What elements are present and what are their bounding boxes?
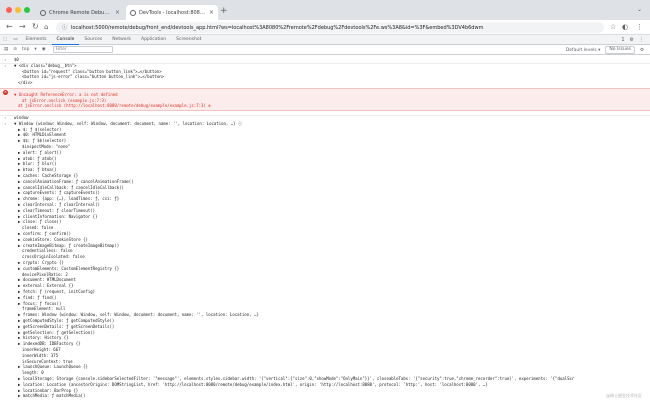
tab-sources[interactable]: Sources <box>79 35 107 45</box>
star-icon[interactable]: ☆ <box>610 23 616 31</box>
console-toolbar-right: Default levels ▾ No Issues ⚙ <box>566 46 644 54</box>
devtools-actions: 1 ⚙ ⋮ <box>621 35 644 45</box>
sidebar-toggle-icon[interactable]: ▤ <box>4 47 8 52</box>
forward-arrow-icon[interactable]: → <box>19 22 26 32</box>
home-icon[interactable]: ⌂ <box>44 22 48 32</box>
profile-icon[interactable]: ◐ <box>622 23 628 31</box>
log-levels-dropdown[interactable]: Default levels ▾ <box>566 48 601 53</box>
more-menu-icon[interactable]: ⋮ <box>639 37 644 43</box>
tab-network[interactable]: Network <box>107 35 136 45</box>
close-icon[interactable]: × <box>209 9 214 16</box>
address-url: localhost:5000/remote/debug/front_end/de… <box>71 24 484 31</box>
browser-tab-devtools[interactable]: DevTools - localhost:8080/remote/debug/e… <box>126 5 218 20</box>
back-arrow-icon[interactable]: ← <box>6 22 13 32</box>
tab-elements[interactable]: Elements <box>21 35 52 45</box>
chevron-down-icon[interactable]: ▾ <box>34 47 36 52</box>
maximize-window-button[interactable] <box>24 7 30 13</box>
tab-screenshot[interactable]: Screenshot <box>171 35 206 45</box>
browser-tab-remote-debugger[interactable]: Chrome Remote Debugger × <box>36 5 124 20</box>
chevron-down-icon[interactable]: ⌄ <box>637 6 642 13</box>
console-output[interactable]: ✕ @稀土掘金技术社区 › $0 ‹ ▼ <div class="debug__btn… <box>0 55 650 404</box>
close-window-button[interactable] <box>6 7 12 13</box>
devtools-tabbar: ⬚ ▭ Elements Console Sources Network App… <box>0 35 650 45</box>
devtools-icon <box>130 9 136 16</box>
address-bar[interactable]: ⓘ localhost:5000/remote/debug/front_end/… <box>56 22 604 33</box>
console-line[interactable]: ▶ matchMedia: ƒ matchMedia() <box>0 393 650 399</box>
issues-button[interactable]: No Issues <box>605 46 635 54</box>
tab-console[interactable]: Console <box>51 35 80 45</box>
device-toolbar-icon[interactable]: ▭ <box>10 35 20 45</box>
new-tab-button[interactable]: + <box>220 6 228 16</box>
reload-icon[interactable]: ↻ <box>32 22 39 32</box>
console-line-text: ▶ matchMedia: ƒ matchMedia() <box>18 393 86 399</box>
inspect-element-icon[interactable]: ⬚ <box>0 35 10 45</box>
issues-count-badge[interactable]: 1 <box>621 37 624 43</box>
gear-icon[interactable]: ⚙ <box>630 37 634 43</box>
minimize-window-button[interactable] <box>15 7 21 13</box>
tab-application[interactable]: Application <box>136 35 171 45</box>
filter-input[interactable]: Filter <box>52 46 113 53</box>
more-menu-icon[interactable]: ⋮ <box>636 23 643 31</box>
eye-icon[interactable]: ◉ <box>42 47 46 52</box>
info-icon: ⓘ <box>62 25 68 31</box>
tab-label: Chrome Remote Debugger <box>49 9 112 16</box>
browser-toolbar: ← → ↻ ⌂ ⓘ localhost:5000/remote/debug/fr… <box>0 20 650 35</box>
clear-console-icon[interactable]: ⊘ <box>13 47 17 52</box>
globe-icon <box>40 9 46 16</box>
close-icon[interactable]: × <box>115 9 120 16</box>
gear-icon[interactable]: ⚙ <box>640 48 644 53</box>
context-selector[interactable]: top <box>22 47 29 52</box>
tab-label: DevTools - localhost:8080/remote/debug/e… <box>139 9 206 16</box>
tab-strip: Chrome Remote Debugger × DevTools - loca… <box>0 0 650 20</box>
console-toolbar: ▤ ⊘ top ▾ ◉ Filter Default levels ▾ No I… <box>0 45 650 55</box>
